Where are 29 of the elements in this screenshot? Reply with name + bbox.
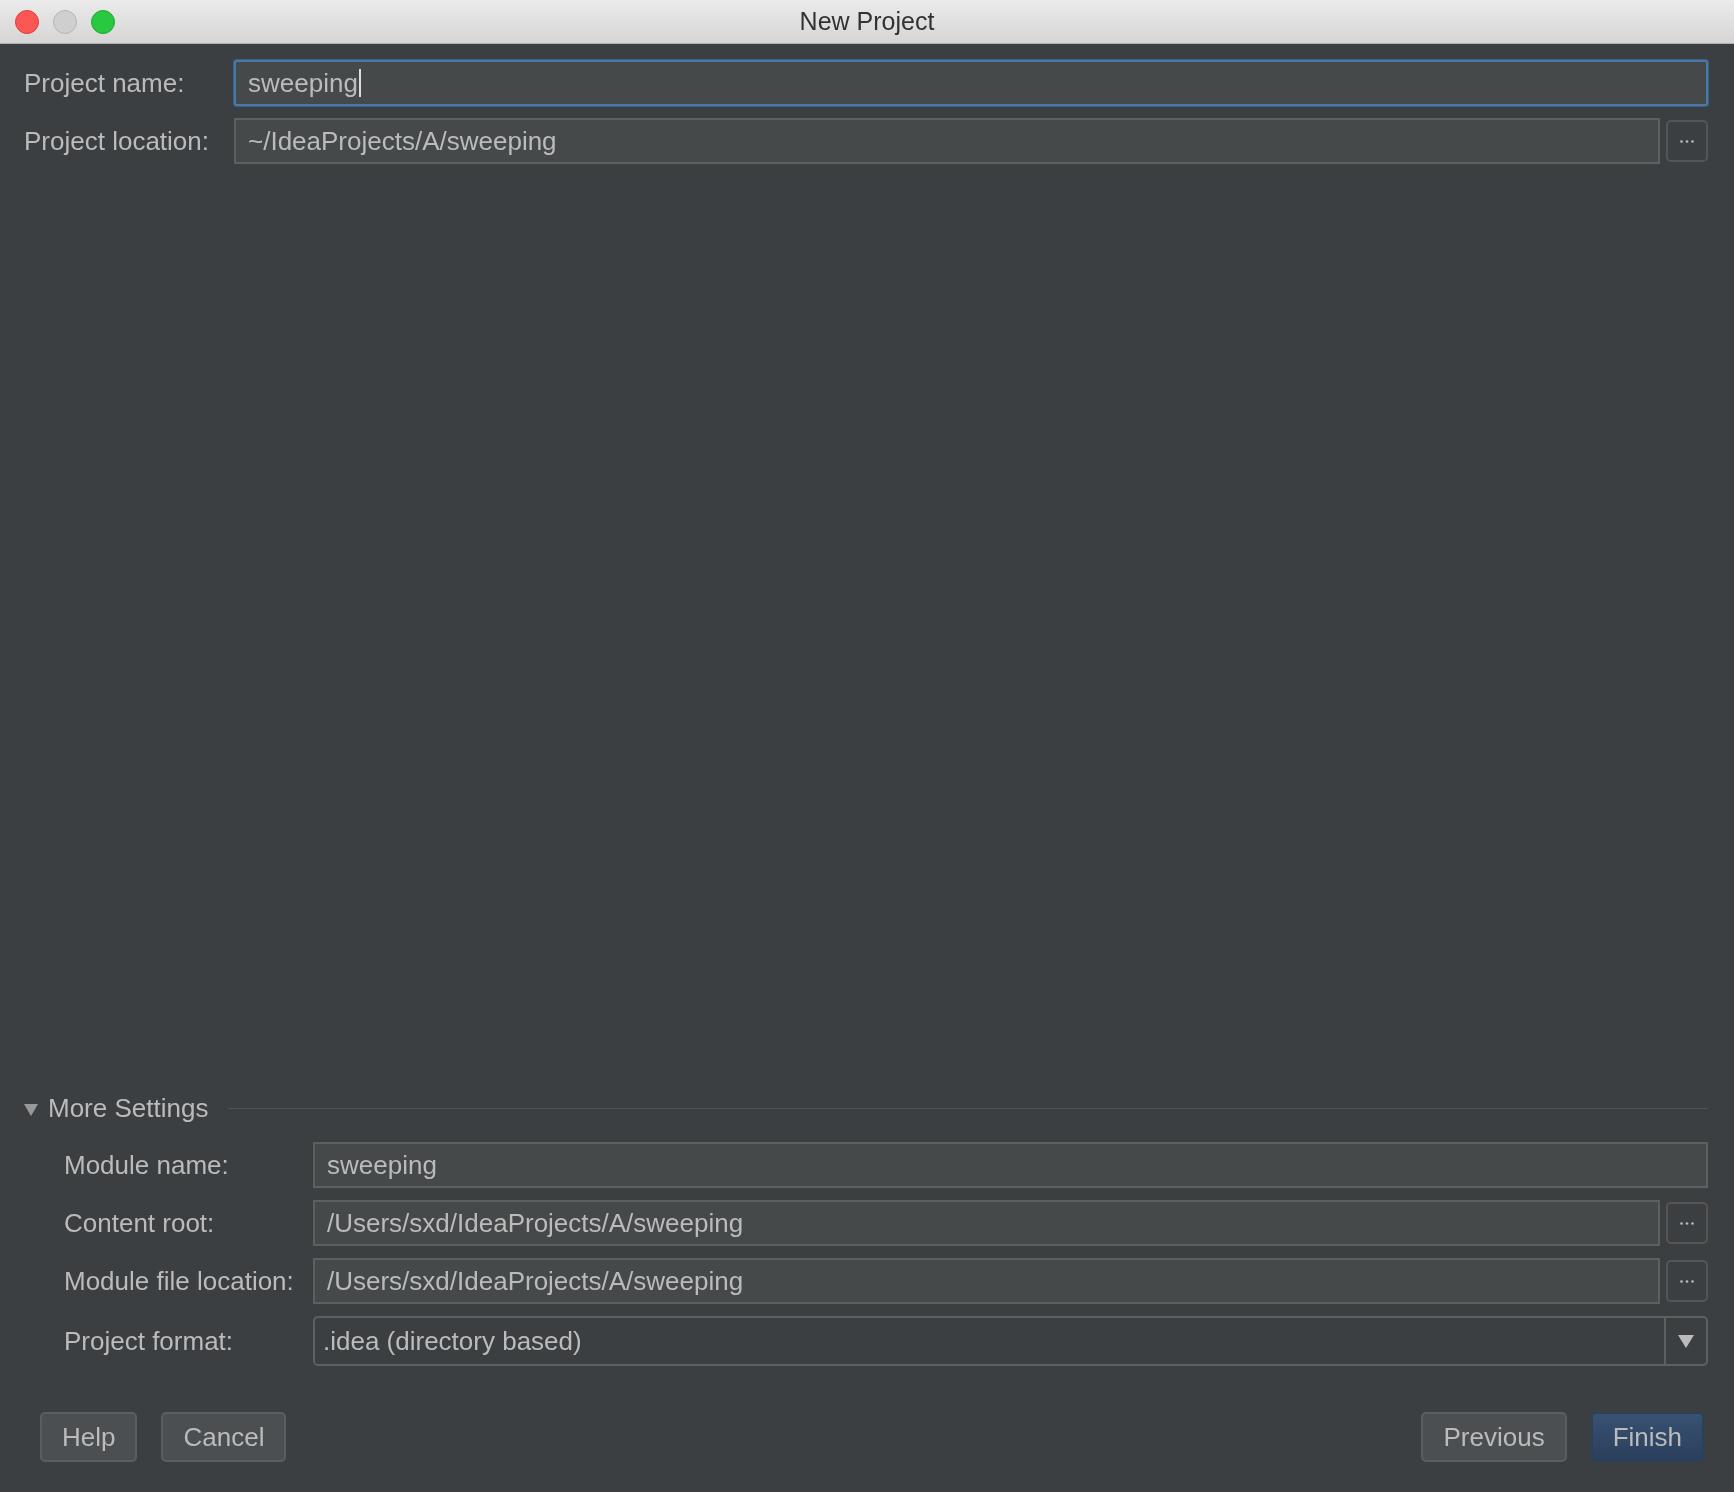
field-label: Project name:	[24, 66, 186, 100]
minimize-icon[interactable]	[53, 10, 77, 34]
input-field[interactable]: /Users/sxd/IdeaProjects/A/sweeping	[313, 1258, 1660, 1304]
ellipsis-icon	[1680, 1279, 1694, 1283]
browse-button[interactable]	[1666, 1202, 1708, 1244]
expand-triangle-icon[interactable]	[24, 1104, 38, 1117]
dialog-button[interactable]: Previous	[1421, 1412, 1567, 1462]
input-field[interactable]: ~/IdeaProjects/A/sweeping	[234, 118, 1660, 164]
ellipsis-icon	[1680, 1221, 1694, 1225]
field-label: Module file location:	[64, 1264, 295, 1298]
dialog-button[interactable]: Finish	[1590, 1412, 1704, 1462]
input-field[interactable]: sweeping	[313, 1142, 1708, 1188]
project-format-dropdown[interactable]: .idea (directory based)	[313, 1316, 1708, 1366]
close-icon[interactable]	[15, 10, 39, 34]
dropdown-arrow-icon	[1678, 1334, 1694, 1348]
browse-button[interactable]	[1666, 1260, 1708, 1302]
section-title[interactable]: More Settings	[48, 1089, 209, 1128]
field-label: Module name:	[64, 1148, 230, 1182]
input-field[interactable]: sweeping	[234, 60, 1708, 106]
dialog-button[interactable]: Cancel	[161, 1412, 287, 1462]
window-title: New Project	[799, 5, 935, 37]
ellipsis-icon	[1680, 139, 1694, 143]
zoom-icon[interactable]	[91, 10, 115, 34]
field-label: Content root:	[64, 1206, 216, 1240]
dialog-button[interactable]: Help	[40, 1412, 138, 1462]
input-field[interactable]: /Users/sxd/IdeaProjects/A/sweeping	[313, 1200, 1660, 1246]
field-label: Project location:	[24, 124, 210, 158]
field-label: Project format:	[64, 1324, 235, 1358]
browse-button[interactable]	[1666, 120, 1708, 162]
